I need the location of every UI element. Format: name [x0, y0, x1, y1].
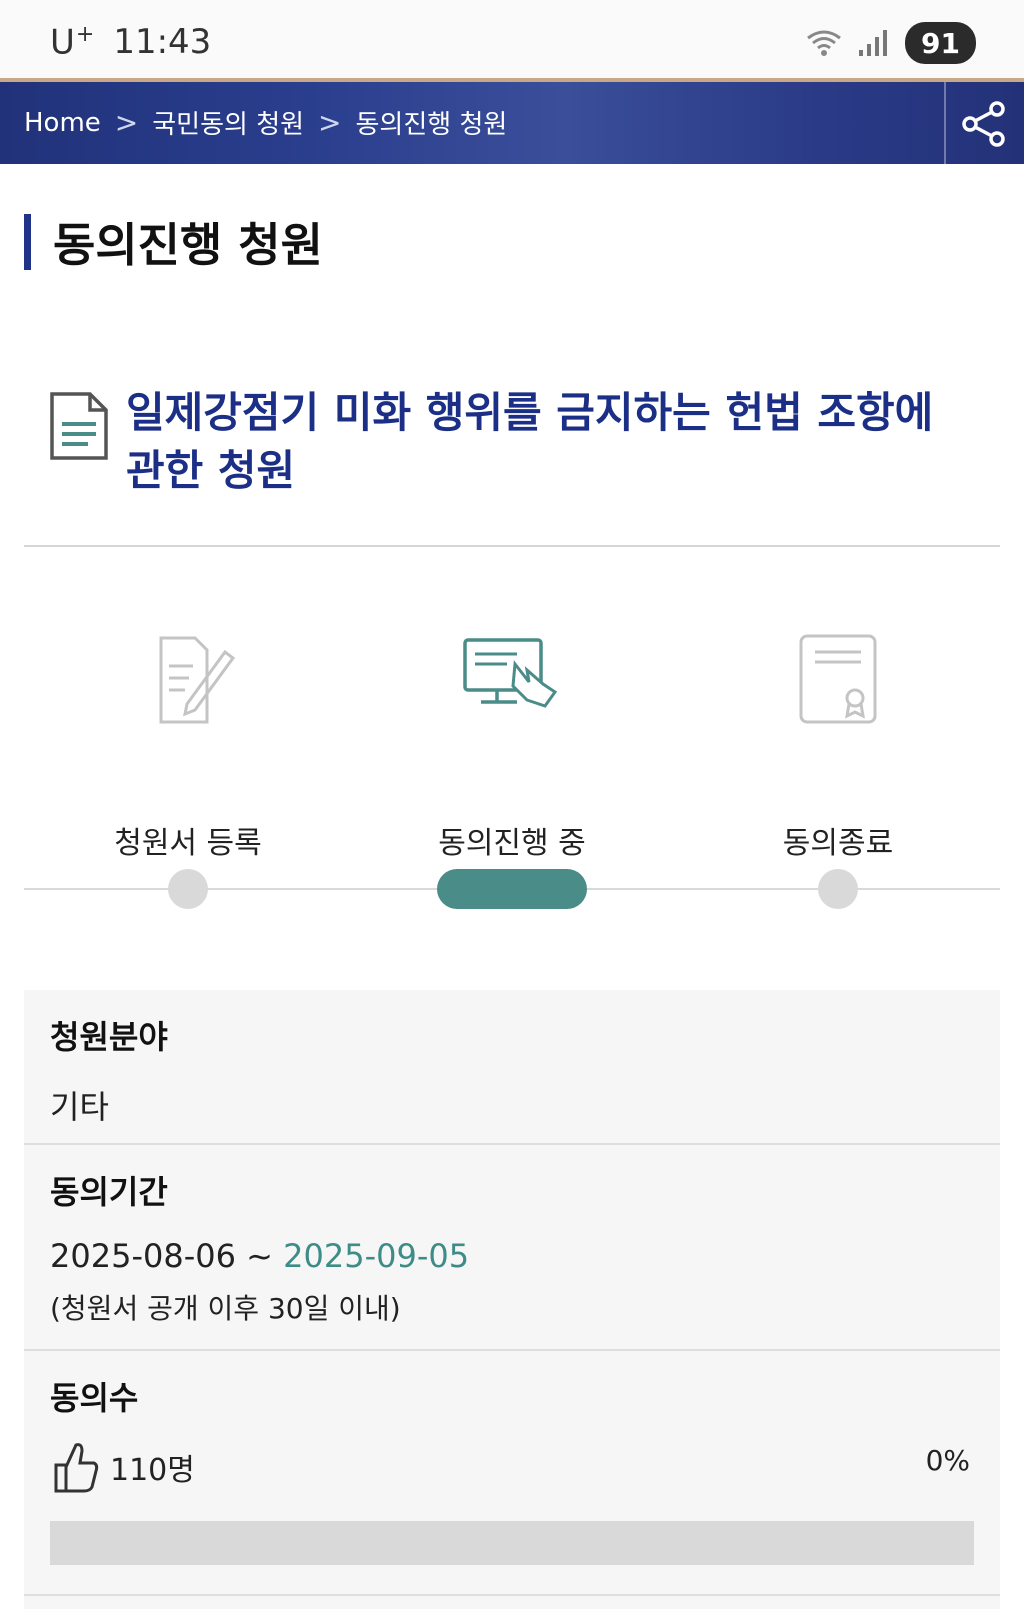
period-value: 2025-08-06 ~ 2025-09-05 — [50, 1237, 974, 1275]
step-in-progress: 동의진행 중 — [392, 630, 632, 862]
step-dot — [818, 869, 858, 909]
period-label: 동의기간 — [50, 1173, 168, 1211]
wifi-icon — [807, 30, 841, 56]
agree-row: 동의수 110명 0% — [24, 1351, 1000, 1596]
period-start: 2025-08-06 — [50, 1237, 236, 1275]
status-right: 91 — [805, 22, 976, 64]
agree-count-row: 110명 0% — [50, 1439, 974, 1495]
agree-count-value: 110명 — [110, 1453, 195, 1488]
step-finished: 동의종료 — [718, 630, 958, 862]
share-icon — [962, 101, 1005, 147]
step-label: 동의진행 중 — [438, 826, 586, 861]
step-registration: 청원서 등록 — [68, 630, 308, 862]
thumbs-up-icon — [54, 1443, 99, 1493]
nav-band: Home > 국민동의 청원 > 동의진행 청원 — [0, 78, 1024, 164]
agree-count: 110명 — [50, 1439, 195, 1495]
agree-label: 동의수 — [50, 1379, 139, 1417]
breadcrumb-home[interactable]: Home — [24, 108, 101, 138]
status-bar: U+ 11:43 91 — [0, 0, 1024, 78]
nav-divider — [944, 82, 946, 164]
period-note: (청원서 공개 이후 30일 이내) — [50, 1292, 401, 1325]
monitor-touch-icon — [463, 638, 558, 708]
signal-icon — [859, 30, 888, 56]
step-dot — [168, 869, 208, 909]
carrier-label: U+ — [50, 22, 96, 63]
step-dot-active — [437, 869, 587, 909]
breadcrumb: Home > 국민동의 청원 > 동의진행 청원 — [24, 104, 507, 141]
breadcrumb-level2[interactable]: 동의진행 청원 — [356, 104, 508, 141]
info-panel: 청원분야 기타 동의기간 2025-08-06 ~ 2025-09-05 (청원… — [24, 990, 1000, 1609]
agree-percent: 0% — [925, 1443, 970, 1477]
page-title-wrap: 동의진행 청원 — [24, 214, 323, 272]
period-tilde: ~ — [246, 1237, 273, 1275]
clock: 11:43 — [113, 22, 212, 62]
share-button[interactable] — [958, 98, 1010, 150]
chevron-right-icon: > — [318, 106, 342, 139]
chevron-right-icon: > — [114, 106, 139, 139]
step-label: 청원서 등록 — [114, 826, 262, 861]
field-label: 청원분야 — [50, 1018, 168, 1056]
page-title: 동의진행 청원 — [53, 218, 323, 272]
field-value: 기타 — [50, 1088, 109, 1126]
status-left: U+ 11:43 — [50, 22, 211, 62]
title-accent-bar — [24, 214, 31, 270]
divider — [24, 545, 1000, 547]
battery-indicator: 91 — [905, 22, 976, 64]
document-pen-icon — [159, 636, 236, 724]
certificate-icon — [799, 634, 877, 724]
field-row: 청원분야 기타 — [24, 990, 1000, 1145]
petition-title: 일제강점기 미화 행위를 금지하는 헌법 조항에 관한 청원 — [126, 388, 934, 495]
agree-progress-bar — [50, 1521, 974, 1565]
step-label: 동의종료 — [782, 826, 894, 861]
period-end: 2025-09-05 — [283, 1237, 470, 1275]
petition-header: 일제강점기 미화 행위를 금지하는 헌법 조항에 관한 청원 — [48, 384, 978, 500]
period-row: 동의기간 2025-08-06 ~ 2025-09-05 (청원서 공개 이후 … — [24, 1145, 1000, 1351]
document-icon — [50, 392, 108, 460]
breadcrumb-level1[interactable]: 국민동의 청원 — [152, 104, 304, 141]
